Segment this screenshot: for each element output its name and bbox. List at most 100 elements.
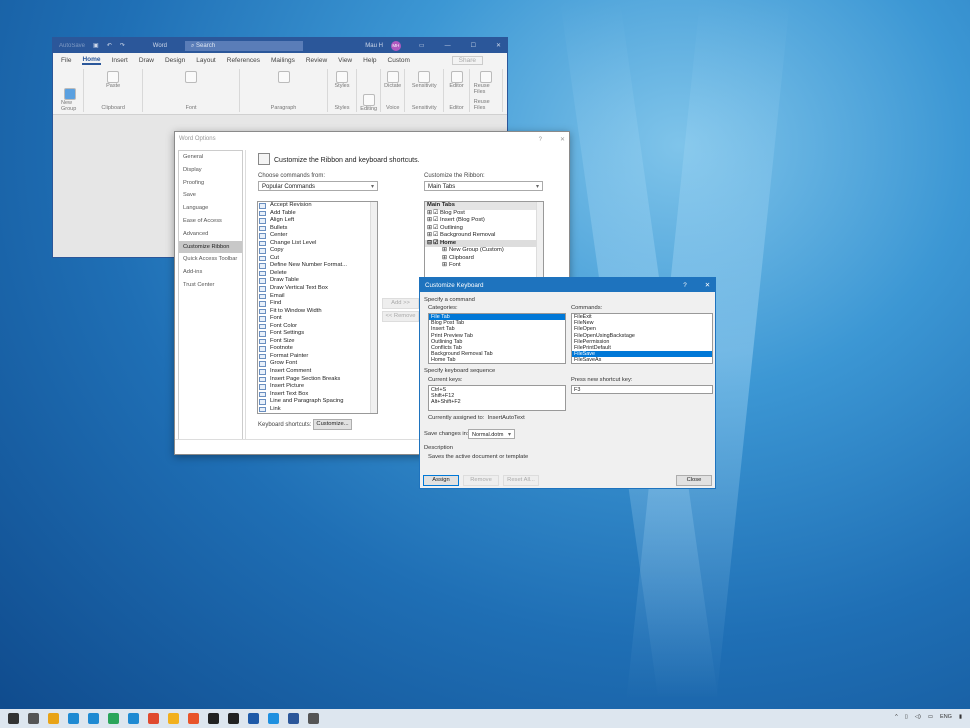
- tree-subitem[interactable]: ⊞ New Group (Custom): [425, 247, 543, 255]
- tree-item[interactable]: ⊞ ☑ Blog Post: [425, 210, 543, 218]
- expand-icon[interactable]: ⊞: [442, 247, 447, 255]
- autosave-toggle[interactable]: AutoSave: [59, 43, 85, 49]
- ribbon-button-label[interactable]: Sensitivity: [412, 83, 437, 89]
- command-item[interactable]: Bullets: [258, 225, 377, 233]
- avatar[interactable]: MH: [390, 40, 401, 51]
- share-button[interactable]: Share: [451, 55, 483, 65]
- command-item[interactable]: Draw Table: [258, 277, 377, 285]
- command-item[interactable]: Font Color: [258, 323, 377, 331]
- ribbon-display-icon[interactable]: ▭: [419, 42, 425, 49]
- new-shortcut-input[interactable]: F3: [571, 385, 713, 394]
- taskbar-app-icon[interactable]: [128, 713, 139, 724]
- list-item[interactable]: FileSaveAs: [572, 357, 712, 363]
- taskbar-app-icon[interactable]: [48, 713, 59, 724]
- ribbon-button-label[interactable]: Dictate: [384, 83, 401, 89]
- tab-mailings[interactable]: Mailings: [271, 57, 295, 64]
- close-button[interactable]: ✕: [560, 137, 565, 143]
- taskbar-app-icon[interactable]: [108, 713, 119, 724]
- tab-design[interactable]: Design: [165, 57, 185, 64]
- taskbar-app-icon[interactable]: [308, 713, 319, 724]
- ribbon-button-label[interactable]: Styles: [335, 83, 350, 89]
- command-item[interactable]: Font: [258, 315, 377, 323]
- expand-icon[interactable]: ⊞: [427, 210, 432, 218]
- ribbon-button-label[interactable]: Reuse Files: [474, 83, 498, 95]
- nav-display[interactable]: Display: [179, 164, 242, 177]
- customize-ribbon-dropdown[interactable]: Main Tabs: [424, 181, 543, 191]
- network-icon[interactable]: ▯: [905, 714, 908, 720]
- save-icon[interactable]: ▣: [93, 42, 99, 49]
- command-item[interactable]: Insert Picture: [258, 383, 377, 391]
- command-item[interactable]: Link: [258, 406, 377, 413]
- reset-all-button[interactable]: Reset All...: [503, 475, 539, 486]
- command-item[interactable]: Insert Text Box: [258, 391, 377, 399]
- close-button[interactable]: ✕: [496, 42, 501, 49]
- taskbar-app-icon[interactable]: [68, 713, 79, 724]
- nav-add-ins[interactable]: Add-ins: [179, 266, 242, 279]
- command-item[interactable]: Insert Comment: [258, 368, 377, 376]
- notifications-icon[interactable]: ▮: [959, 714, 962, 720]
- volume-icon[interactable]: ◁): [915, 714, 921, 720]
- command-item[interactable]: Change List Level: [258, 240, 377, 248]
- help-button[interactable]: ?: [683, 282, 687, 289]
- command-item[interactable]: Copy: [258, 247, 377, 255]
- ribbon-button-label[interactable]: Paste: [106, 83, 120, 89]
- taskbar-app-icon[interactable]: [288, 713, 299, 724]
- nav-general[interactable]: General: [179, 151, 242, 164]
- nav-trust-center[interactable]: Trust Center: [179, 279, 242, 292]
- commands-list[interactable]: FileExit FileNew FileOpen FileOpenUsingBack…: [571, 313, 713, 364]
- command-item[interactable]: Footnote: [258, 345, 377, 353]
- close-icon[interactable]: ✕: [705, 282, 710, 289]
- ribbon-button-label[interactable]: New Group: [61, 100, 79, 112]
- command-item[interactable]: Define New Number Format...: [258, 262, 377, 270]
- help-button[interactable]: ?: [539, 137, 542, 143]
- categories-list[interactable]: File Tab Blog Post Tab Insert Tab Print Pre…: [428, 313, 566, 364]
- tree-item[interactable]: ⊞ ☑ Insert (Blog Post): [425, 217, 543, 225]
- expand-icon[interactable]: ⊞: [442, 262, 447, 270]
- taskbar-app-icon[interactable]: [28, 713, 39, 724]
- ribbon-button-icon[interactable]: [386, 71, 399, 83]
- ribbon-button-icon[interactable]: [336, 71, 348, 83]
- command-item[interactable]: Fit to Window Width: [258, 308, 377, 316]
- taskbar-app-icon[interactable]: [148, 713, 159, 724]
- command-item[interactable]: Font Settings: [258, 330, 377, 338]
- tab-help[interactable]: Help: [363, 57, 376, 64]
- nav-quick-access-toolbar[interactable]: Quick Access Toolbar: [179, 253, 242, 266]
- command-item[interactable]: Format Painter: [258, 353, 377, 361]
- checkbox[interactable]: ☑: [433, 217, 438, 225]
- ribbon-button-icon[interactable]: [450, 71, 463, 83]
- add-button[interactable]: Add >>: [382, 298, 419, 309]
- minimize-button[interactable]: —: [445, 43, 451, 49]
- command-item[interactable]: Draw Vertical Text Box: [258, 285, 377, 293]
- tab-insert[interactable]: Insert: [112, 57, 128, 64]
- save-changes-dropdown[interactable]: Normal.dotm: [468, 429, 515, 439]
- nav-customize-ribbon[interactable]: Customize Ribbon: [179, 240, 242, 254]
- current-keys-list[interactable]: Ctrl+S Shift+F12 Alt+Shift+F2: [428, 385, 566, 411]
- taskbar-app-icon[interactable]: [188, 713, 199, 724]
- ribbon-button-icon[interactable]: [277, 71, 290, 83]
- tab-home[interactable]: Home: [82, 56, 101, 65]
- checkbox[interactable]: ☑: [433, 232, 438, 240]
- tab-review[interactable]: Review: [306, 57, 327, 64]
- command-item[interactable]: Grow Font: [258, 360, 377, 368]
- list-item[interactable]: Home Tab: [429, 357, 565, 363]
- expand-icon[interactable]: ⊞: [442, 255, 447, 263]
- ribbon-tabs-tree[interactable]: Main Tabs ⊞ ☑ Blog Post ⊞ ☑ Insert (Blog Post)…: [424, 201, 544, 281]
- scrollbar[interactable]: [370, 202, 377, 413]
- taskbar-app-icon[interactable]: [168, 713, 179, 724]
- ribbon-button-icon[interactable]: [185, 71, 198, 83]
- language-indicator[interactable]: ENG: [940, 714, 952, 720]
- command-item[interactable]: Email: [258, 293, 377, 301]
- close-button[interactable]: Close: [676, 475, 712, 486]
- search-input[interactable]: ⌕ Search: [185, 40, 303, 51]
- nav-language[interactable]: Language: [179, 202, 242, 215]
- command-item[interactable]: Delete: [258, 270, 377, 278]
- tab-view[interactable]: View: [338, 57, 352, 64]
- command-item[interactable]: Align Left: [258, 217, 377, 225]
- redo-icon[interactable]: ↷: [120, 42, 125, 49]
- command-item[interactable]: Cut: [258, 255, 377, 263]
- choose-commands-dropdown[interactable]: Popular Commands: [258, 181, 378, 191]
- command-item[interactable]: Accept Revision: [258, 202, 377, 210]
- ribbon-button-icon[interactable]: [107, 71, 120, 83]
- list-item[interactable]: Alt+Shift+F2: [429, 399, 565, 405]
- tab-references[interactable]: References: [227, 57, 260, 64]
